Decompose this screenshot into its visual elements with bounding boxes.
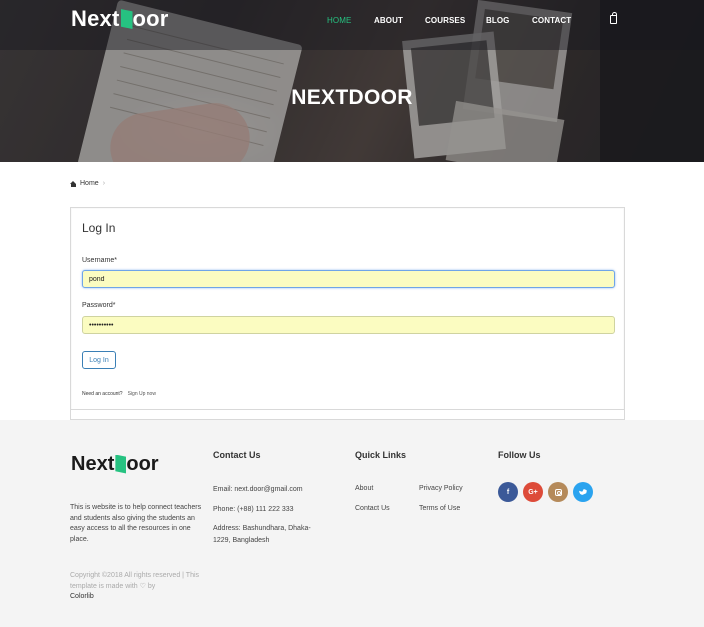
twitter-icon[interactable] — [573, 482, 593, 502]
quick-link-about[interactable]: About — [355, 485, 373, 492]
breadcrumb: Home › — [70, 180, 105, 187]
door-logo-icon — [115, 454, 127, 474]
breadcrumb-home-link[interactable]: Home — [80, 180, 99, 187]
quick-links-title: Quick Links — [355, 450, 407, 460]
login-panel: Log In Username* Password* Log In Need a… — [70, 207, 625, 420]
contact-title: Contact Us — [213, 450, 261, 460]
footer-logo[interactable]: Next oor — [71, 452, 159, 476]
follow-title: Follow Us — [498, 450, 541, 460]
login-panel-footer — [70, 409, 625, 420]
shopping-bag-icon[interactable] — [610, 12, 617, 24]
nav-item-home[interactable]: HOME — [327, 16, 351, 25]
username-label: Username* — [82, 257, 118, 264]
nav-item-courses[interactable]: COURSES — [425, 16, 465, 25]
nav-item-about[interactable]: ABOUT — [374, 16, 403, 25]
nav-item-contact[interactable]: CONTACT — [532, 16, 571, 25]
signup-link[interactable]: Sign Up now — [128, 391, 156, 397]
contact-phone: Phone: (+88) 111 222 333 — [213, 506, 294, 513]
quick-link-terms-of-use[interactable]: Terms of Use — [419, 505, 460, 512]
facebook-icon[interactable]: f — [498, 482, 518, 502]
google-plus-icon[interactable]: G+ — [523, 482, 543, 502]
contact-address: Address: Bashundhara, Dhaka-1229, Bangla… — [213, 525, 311, 544]
hero-banner: Next oor HOME ABOUT COURSES BLOG CONTACT … — [0, 0, 704, 162]
login-button[interactable]: Log In — [82, 351, 116, 369]
login-title: Log In — [82, 221, 116, 235]
breadcrumb-separator: › — [102, 180, 106, 187]
footer-about-text: This is website is to help connect teach… — [70, 504, 202, 543]
home-icon — [70, 180, 77, 187]
main-nav: HOME ABOUT COURSES BLOG CONTACT — [0, 16, 704, 28]
quick-link-privacy-policy[interactable]: Privacy Policy — [419, 485, 463, 492]
site-footer: Next oor This is website is to help conne… — [0, 420, 704, 627]
account-prompt-text: Need an account? — [82, 391, 123, 397]
quick-link-contact-us[interactable]: Contact Us — [355, 505, 390, 512]
instagram-icon[interactable] — [548, 482, 568, 502]
contact-email: Email: next.door@gmail.com — [213, 486, 303, 493]
username-field[interactable] — [82, 270, 615, 288]
password-field[interactable] — [82, 316, 615, 334]
signup-prompt: Need an account? Sign Up now — [82, 391, 156, 397]
heart-icon: ♡ — [139, 582, 146, 590]
nav-item-blog[interactable]: BLOG — [486, 16, 510, 25]
top-navbar: Next oor HOME ABOUT COURSES BLOG CONTACT — [0, 0, 704, 50]
password-label: Password* — [82, 302, 116, 309]
footer-copyright: Copyright ©2018 All rights reserved | Th… — [70, 572, 200, 600]
page-title: NEXTDOOR — [291, 86, 413, 109]
colorlib-link[interactable]: Colorlib — [70, 593, 94, 600]
